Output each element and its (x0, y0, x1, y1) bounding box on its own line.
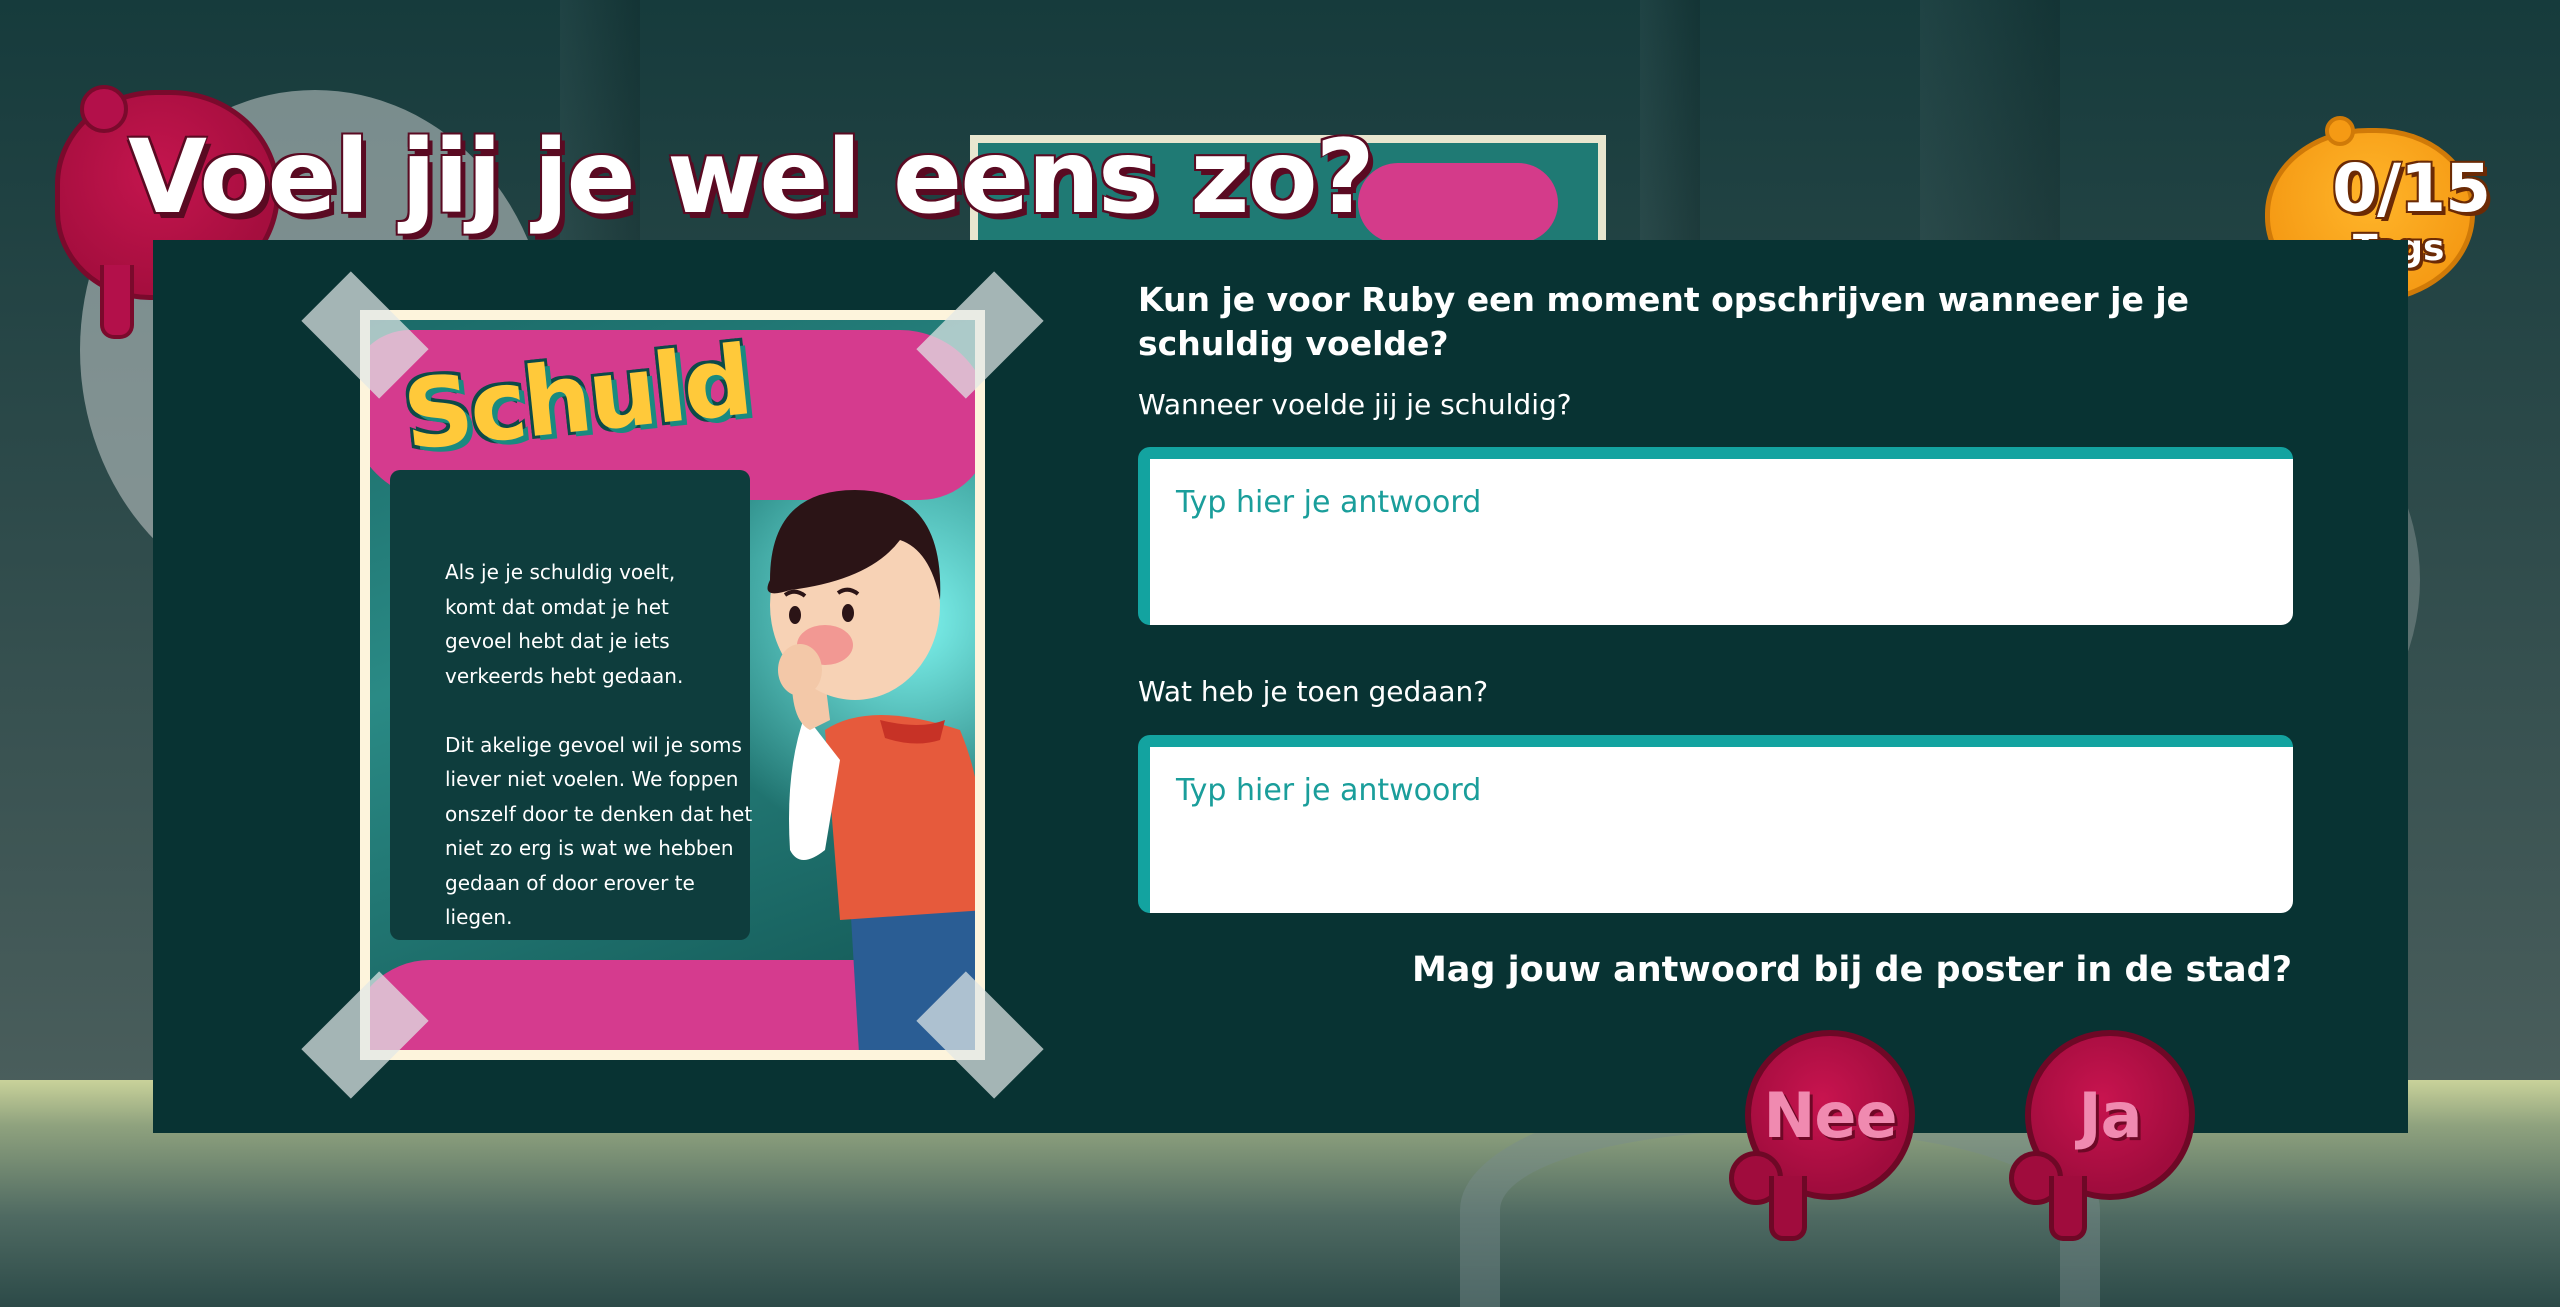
answer-field-2[interactable]: Typ hier je antwoord (1138, 735, 2293, 913)
answer-field-2-placeholder: Typ hier je antwoord (1176, 773, 1482, 808)
yes-button-label: Ja (2078, 1078, 2143, 1152)
question1-label: Wanneer voelde jij je schuldig? (1138, 388, 1572, 421)
yes-button-drip (2049, 1176, 2087, 1241)
page-title: Voel jij je wel eens zo? (128, 118, 1375, 237)
no-button-drip (1769, 1176, 1807, 1241)
poster-description: Als je je schuldig voelt, komt dat omdat… (445, 560, 753, 929)
poster-paper: Schuld Als je je schuldig voelt, komt da… (360, 310, 985, 1060)
yes-button[interactable]: Ja (2009, 1030, 2195, 1241)
poster-artwork: Schuld Als je je schuldig voelt, komt da… (370, 320, 975, 1050)
no-button-label: Nee (1763, 1078, 1898, 1152)
tag-counter-bubble (2325, 116, 2355, 146)
share-question: Mag jouw antwoord bij de poster in de st… (1411, 950, 2292, 990)
main-question: Kun je voor Ruby een moment opschrijven … (1138, 280, 2190, 363)
emotion-poster: Schuld Als je je schuldig voelt, komt da… (301, 271, 1044, 1099)
guilty-boy-illustration (767, 490, 975, 1050)
answer-field-1[interactable]: Typ hier je antwoord (1138, 447, 2293, 625)
answer-field-1-placeholder: Typ hier je antwoord (1176, 485, 1482, 520)
question2-label: Wat heb je toen gedaan? (1138, 675, 1489, 708)
tag-count: 0/15 (2332, 150, 2491, 227)
no-button[interactable]: Nee (1729, 1030, 1915, 1241)
